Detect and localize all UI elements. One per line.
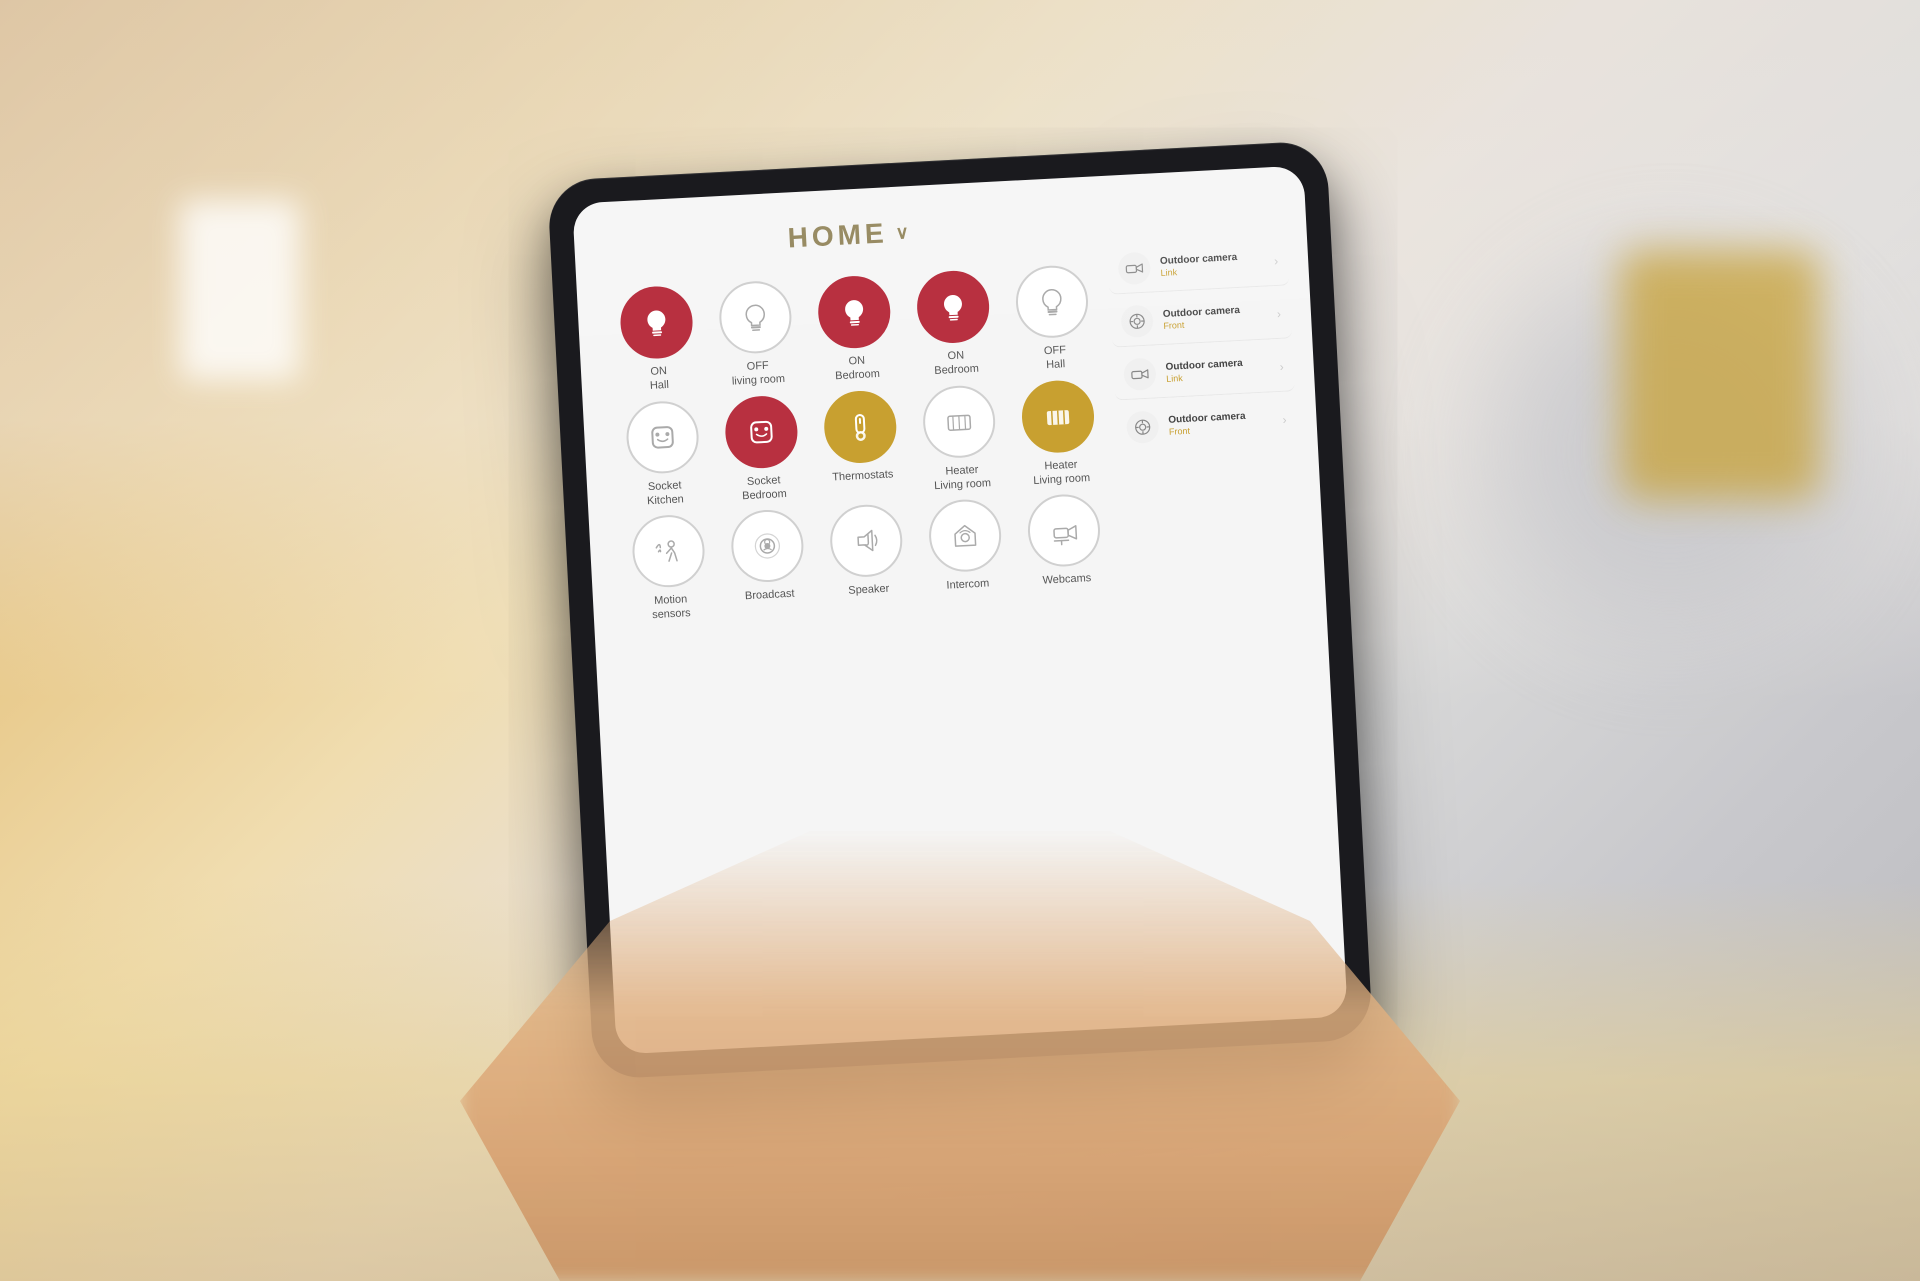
device-label-webcams: Webcams: [1042, 571, 1091, 588]
device-intercom[interactable]: Intercom: [916, 497, 1017, 608]
camera-icon-3: [1123, 357, 1157, 391]
device-label-speaker: Speaker: [848, 582, 890, 598]
camera-item-2[interactable]: Outdoor camera Front ›: [1110, 289, 1292, 347]
device-label-socket-kitchen: Socket Kitchen: [646, 478, 684, 508]
device-webcams[interactable]: Webcams: [1015, 492, 1116, 603]
camera-info-1: Outdoor camera Link: [1160, 251, 1265, 278]
device-label-socket-bedroom: Socket Bedroom: [741, 473, 787, 504]
device-label-motion-sensors: Motion sensors: [651, 592, 691, 623]
camera-info-4: Outdoor camera Front: [1168, 409, 1273, 436]
device-icon-heater-living: [921, 384, 997, 460]
device-icon-light-hall-off: [1015, 264, 1091, 340]
device-socket-kitchen[interactable]: Socket Kitchen: [613, 399, 714, 510]
device-label-light-bedroom1: ON Bedroom: [834, 353, 880, 384]
device-light-bedroom1[interactable]: ON Bedroom: [805, 274, 906, 385]
camera-item-1[interactable]: Outdoor camera Link ›: [1107, 236, 1289, 294]
device-light-living[interactable]: OFF living room: [706, 279, 807, 390]
device-label-broadcast: Broadcast: [745, 587, 795, 604]
device-icon-light-living: [717, 279, 793, 355]
device-icon-light-bedroom1: [816, 274, 892, 350]
home-chevron-icon: ∨: [895, 221, 913, 243]
camera-item-3[interactable]: Outdoor camera Link ›: [1113, 342, 1295, 400]
device-thermostats[interactable]: Thermostats: [811, 388, 912, 499]
camera-icon-2: [1120, 305, 1154, 339]
camera-item-4[interactable]: Outdoor camera Front ›: [1115, 395, 1297, 452]
camera-chevron-4: ›: [1282, 413, 1287, 427]
home-title[interactable]: HOME ∨: [604, 206, 1097, 264]
device-icon-webcams: [1027, 493, 1103, 569]
camera-chevron-2: ›: [1277, 307, 1282, 321]
device-label-light-hall: ON Hall: [649, 364, 669, 394]
bg-white-object: [180, 200, 300, 380]
camera-info-3: Outdoor camera Link: [1165, 356, 1270, 383]
device-heater-living[interactable]: Heater Living room: [910, 383, 1011, 494]
device-label-heater-living2: Heater Living room: [1032, 457, 1090, 489]
device-socket-bedroom[interactable]: Socket Bedroom: [712, 393, 813, 504]
camera-icon-4: [1126, 410, 1160, 444]
device-icon-thermostats: [822, 389, 898, 465]
device-icon-light-hall: [618, 285, 694, 361]
device-speaker[interactable]: Speaker: [817, 503, 918, 614]
device-light-bedroom2[interactable]: ON Bedroom: [904, 268, 1005, 379]
camera-icon-1: [1118, 252, 1152, 286]
device-label-thermostats: Thermostats: [832, 467, 894, 484]
device-light-hall-off[interactable]: OFF Hall: [1003, 263, 1104, 374]
device-label-light-bedroom2: ON Bedroom: [933, 348, 979, 379]
bg-pillow: [1620, 250, 1820, 500]
device-heater-living2[interactable]: Heater Living room: [1009, 378, 1110, 489]
home-label: HOME: [787, 217, 889, 254]
device-grid: ON Hall: [607, 263, 1116, 624]
device-icon-speaker: [828, 503, 904, 579]
device-icon-socket-kitchen: [624, 399, 700, 475]
device-icon-light-bedroom2: [915, 269, 991, 345]
device-icon-heater-living2: [1021, 378, 1097, 454]
device-icon-intercom: [927, 498, 1003, 574]
camera-chevron-1: ›: [1274, 254, 1279, 268]
camera-info-2: Outdoor camera Front: [1163, 304, 1268, 331]
device-label-heater-living: Heater Living room: [933, 462, 991, 494]
device-motion-sensors[interactable]: Motion sensors: [619, 513, 720, 624]
device-broadcast[interactable]: Broadcast: [718, 508, 819, 619]
device-label-intercom: Intercom: [946, 577, 989, 594]
device-icon-motion-sensors: [630, 514, 706, 590]
device-icon-broadcast: [729, 508, 805, 584]
device-icon-socket-bedroom: [723, 394, 799, 470]
camera-chevron-3: ›: [1279, 360, 1284, 374]
device-light-hall[interactable]: ON Hall: [607, 284, 708, 395]
device-label-light-living: OFF living room: [731, 358, 786, 389]
device-label-light-hall-off: OFF Hall: [1044, 343, 1067, 373]
